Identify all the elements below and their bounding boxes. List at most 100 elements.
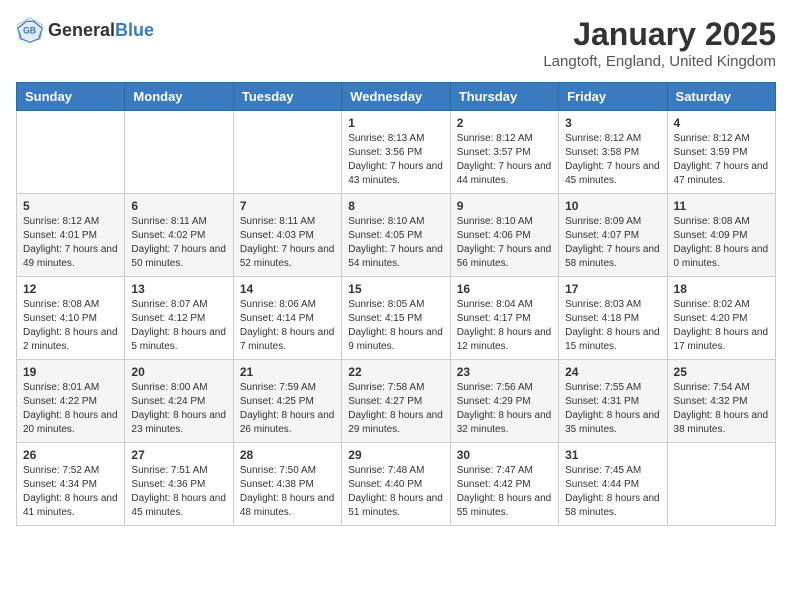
day-info: Sunrise: 7:48 AMSunset: 4:40 PMDaylight:… xyxy=(348,464,443,520)
day-info: Sunrise: 7:45 AMSunset: 4:44 PMDaylight:… xyxy=(565,464,660,520)
page-header: GB GeneralBlue January 2025 Langtoft, En… xyxy=(16,16,776,70)
calendar-week-row: 1Sunrise: 8:13 AMSunset: 3:56 PMDaylight… xyxy=(17,111,776,194)
day-info: Sunrise: 7:47 AMSunset: 4:42 PMDaylight:… xyxy=(457,464,552,520)
day-info: Sunrise: 8:07 AMSunset: 4:12 PMDaylight:… xyxy=(131,298,226,354)
day-number: 20 xyxy=(131,365,226,379)
day-info: Sunrise: 8:08 AMSunset: 4:09 PMDaylight:… xyxy=(674,215,769,271)
calendar-cell: 15Sunrise: 8:05 AMSunset: 4:15 PMDayligh… xyxy=(342,277,450,360)
day-info: Sunrise: 7:54 AMSunset: 4:32 PMDaylight:… xyxy=(674,381,769,437)
day-number: 16 xyxy=(457,282,552,296)
day-number: 17 xyxy=(565,282,660,296)
day-info: Sunrise: 8:08 AMSunset: 4:10 PMDaylight:… xyxy=(23,298,118,354)
day-number: 26 xyxy=(23,448,118,462)
col-header-thursday: Thursday xyxy=(450,83,558,111)
day-number: 27 xyxy=(131,448,226,462)
day-info: Sunrise: 8:10 AMSunset: 4:05 PMDaylight:… xyxy=(348,215,443,271)
day-info: Sunrise: 8:12 AMSunset: 3:57 PMDaylight:… xyxy=(457,132,552,188)
day-info: Sunrise: 8:12 AMSunset: 4:01 PMDaylight:… xyxy=(23,215,118,271)
day-info: Sunrise: 8:11 AMSunset: 4:02 PMDaylight:… xyxy=(131,215,226,271)
day-number: 6 xyxy=(131,199,226,213)
calendar-cell: 28 Sunrise: 7:50 AMSunset: 4:38 PMDayligh… xyxy=(233,443,341,526)
calendar-cell: 13 Sunrise: 8:07 AMSunset: 4:12 PMDayligh… xyxy=(125,277,233,360)
logo-icon: GB xyxy=(16,16,44,44)
day-number: 31 xyxy=(565,448,660,462)
day-number: 9 xyxy=(457,199,552,213)
day-number: 15 xyxy=(348,282,443,296)
day-number: 22 xyxy=(348,365,443,379)
col-header-saturday: Saturday xyxy=(667,83,775,111)
calendar-cell: 25 Sunrise: 7:54 AMSunset: 4:32 PMDayligh… xyxy=(667,360,775,443)
day-info: Sunrise: 7:50 AMSunset: 4:38 PMDaylight:… xyxy=(240,464,335,520)
calendar-cell: 1Sunrise: 8:13 AMSunset: 3:56 PMDaylight… xyxy=(342,111,450,194)
day-info: Sunrise: 8:01 AMSunset: 4:22 PMDaylight:… xyxy=(23,381,118,437)
day-number: 12 xyxy=(23,282,118,296)
day-number: 13 xyxy=(131,282,226,296)
calendar-cell: 31 Sunrise: 7:45 AMSunset: 4:44 PMDayligh… xyxy=(559,443,667,526)
logo-general: General xyxy=(48,20,115,40)
calendar-cell: 18Sunrise: 8:02 AMSunset: 4:20 PMDayligh… xyxy=(667,277,775,360)
logo-text: GeneralBlue xyxy=(48,20,154,41)
day-info: Sunrise: 8:04 AMSunset: 4:17 PMDaylight:… xyxy=(457,298,552,354)
day-number: 11 xyxy=(674,199,769,213)
calendar-cell: 3 Sunrise: 8:12 AMSunset: 3:58 PMDaylight… xyxy=(559,111,667,194)
day-info: Sunrise: 7:58 AMSunset: 4:27 PMDaylight:… xyxy=(348,381,443,437)
calendar-cell: 23 Sunrise: 7:56 AMSunset: 4:29 PMDayligh… xyxy=(450,360,558,443)
col-header-tuesday: Tuesday xyxy=(233,83,341,111)
calendar-cell: 9 Sunrise: 8:10 AMSunset: 4:06 PMDaylight… xyxy=(450,194,558,277)
svg-text:GB: GB xyxy=(23,26,36,36)
day-number: 8 xyxy=(348,199,443,213)
day-number: 25 xyxy=(674,365,769,379)
day-number: 1 xyxy=(348,116,443,130)
calendar-cell: 12 Sunrise: 8:08 AMSunset: 4:10 PMDayligh… xyxy=(17,277,125,360)
calendar-cell xyxy=(667,443,775,526)
calendar-cell: 7 Sunrise: 8:11 AMSunset: 4:03 PMDaylight… xyxy=(233,194,341,277)
calendar-cell: 8 Sunrise: 8:10 AMSunset: 4:05 PMDaylight… xyxy=(342,194,450,277)
calendar-cell: 17 Sunrise: 8:03 AMSunset: 4:18 PMDayligh… xyxy=(559,277,667,360)
calendar-cell: 5 Sunrise: 8:12 AMSunset: 4:01 PMDaylight… xyxy=(17,194,125,277)
day-info: Sunrise: 8:06 AMSunset: 4:14 PMDaylight:… xyxy=(240,298,335,354)
day-number: 14 xyxy=(240,282,335,296)
day-number: 30 xyxy=(457,448,552,462)
day-number: 5 xyxy=(23,199,118,213)
calendar-cell: 4Sunrise: 8:12 AMSunset: 3:59 PMDaylight… xyxy=(667,111,775,194)
day-info: Sunrise: 7:55 AMSunset: 4:31 PMDaylight:… xyxy=(565,381,660,437)
day-number: 21 xyxy=(240,365,335,379)
day-info: Sunrise: 7:51 AMSunset: 4:36 PMDaylight:… xyxy=(131,464,226,520)
day-number: 10 xyxy=(565,199,660,213)
day-info: Sunrise: 8:03 AMSunset: 4:18 PMDaylight:… xyxy=(565,298,660,354)
title-block: January 2025 Langtoft, England, United K… xyxy=(543,16,776,70)
calendar-week-row: 5 Sunrise: 8:12 AMSunset: 4:01 PMDaylight… xyxy=(17,194,776,277)
calendar-cell: 2 Sunrise: 8:12 AMSunset: 3:57 PMDaylight… xyxy=(450,111,558,194)
day-info: Sunrise: 8:10 AMSunset: 4:06 PMDaylight:… xyxy=(457,215,552,271)
day-number: 18 xyxy=(674,282,769,296)
day-number: 23 xyxy=(457,365,552,379)
day-info: Sunrise: 8:12 AMSunset: 3:59 PMDaylight:… xyxy=(674,132,769,188)
day-info: Sunrise: 8:12 AMSunset: 3:58 PMDaylight:… xyxy=(565,132,660,188)
day-number: 2 xyxy=(457,116,552,130)
day-number: 29 xyxy=(348,448,443,462)
day-number: 3 xyxy=(565,116,660,130)
col-header-monday: Monday xyxy=(125,83,233,111)
calendar-cell: 14 Sunrise: 8:06 AMSunset: 4:14 PMDayligh… xyxy=(233,277,341,360)
day-number: 28 xyxy=(240,448,335,462)
calendar-week-row: 19Sunrise: 8:01 AMSunset: 4:22 PMDayligh… xyxy=(17,360,776,443)
calendar-cell: 30 Sunrise: 7:47 AMSunset: 4:42 PMDayligh… xyxy=(450,443,558,526)
day-info: Sunrise: 7:59 AMSunset: 4:25 PMDaylight:… xyxy=(240,381,335,437)
col-header-wednesday: Wednesday xyxy=(342,83,450,111)
day-info: Sunrise: 8:11 AMSunset: 4:03 PMDaylight:… xyxy=(240,215,335,271)
calendar-cell: 22 Sunrise: 7:58 AMSunset: 4:27 PMDayligh… xyxy=(342,360,450,443)
day-info: Sunrise: 7:56 AMSunset: 4:29 PMDaylight:… xyxy=(457,381,552,437)
calendar-cell xyxy=(233,111,341,194)
calendar-cell: 26 Sunrise: 7:52 AMSunset: 4:34 PMDayligh… xyxy=(17,443,125,526)
calendar-cell: 16 Sunrise: 8:04 AMSunset: 4:17 PMDayligh… xyxy=(450,277,558,360)
calendar-header-row: SundayMondayTuesdayWednesdayThursdayFrid… xyxy=(17,83,776,111)
logo-blue: Blue xyxy=(115,20,154,40)
calendar-cell: 20Sunrise: 8:00 AMSunset: 4:24 PMDayligh… xyxy=(125,360,233,443)
col-header-friday: Friday xyxy=(559,83,667,111)
day-info: Sunrise: 7:52 AMSunset: 4:34 PMDaylight:… xyxy=(23,464,118,520)
day-info: Sunrise: 8:09 AMSunset: 4:07 PMDaylight:… xyxy=(565,215,660,271)
col-header-sunday: Sunday xyxy=(17,83,125,111)
calendar-cell: 11 Sunrise: 8:08 AMSunset: 4:09 PMDayligh… xyxy=(667,194,775,277)
day-number: 7 xyxy=(240,199,335,213)
calendar-cell xyxy=(125,111,233,194)
